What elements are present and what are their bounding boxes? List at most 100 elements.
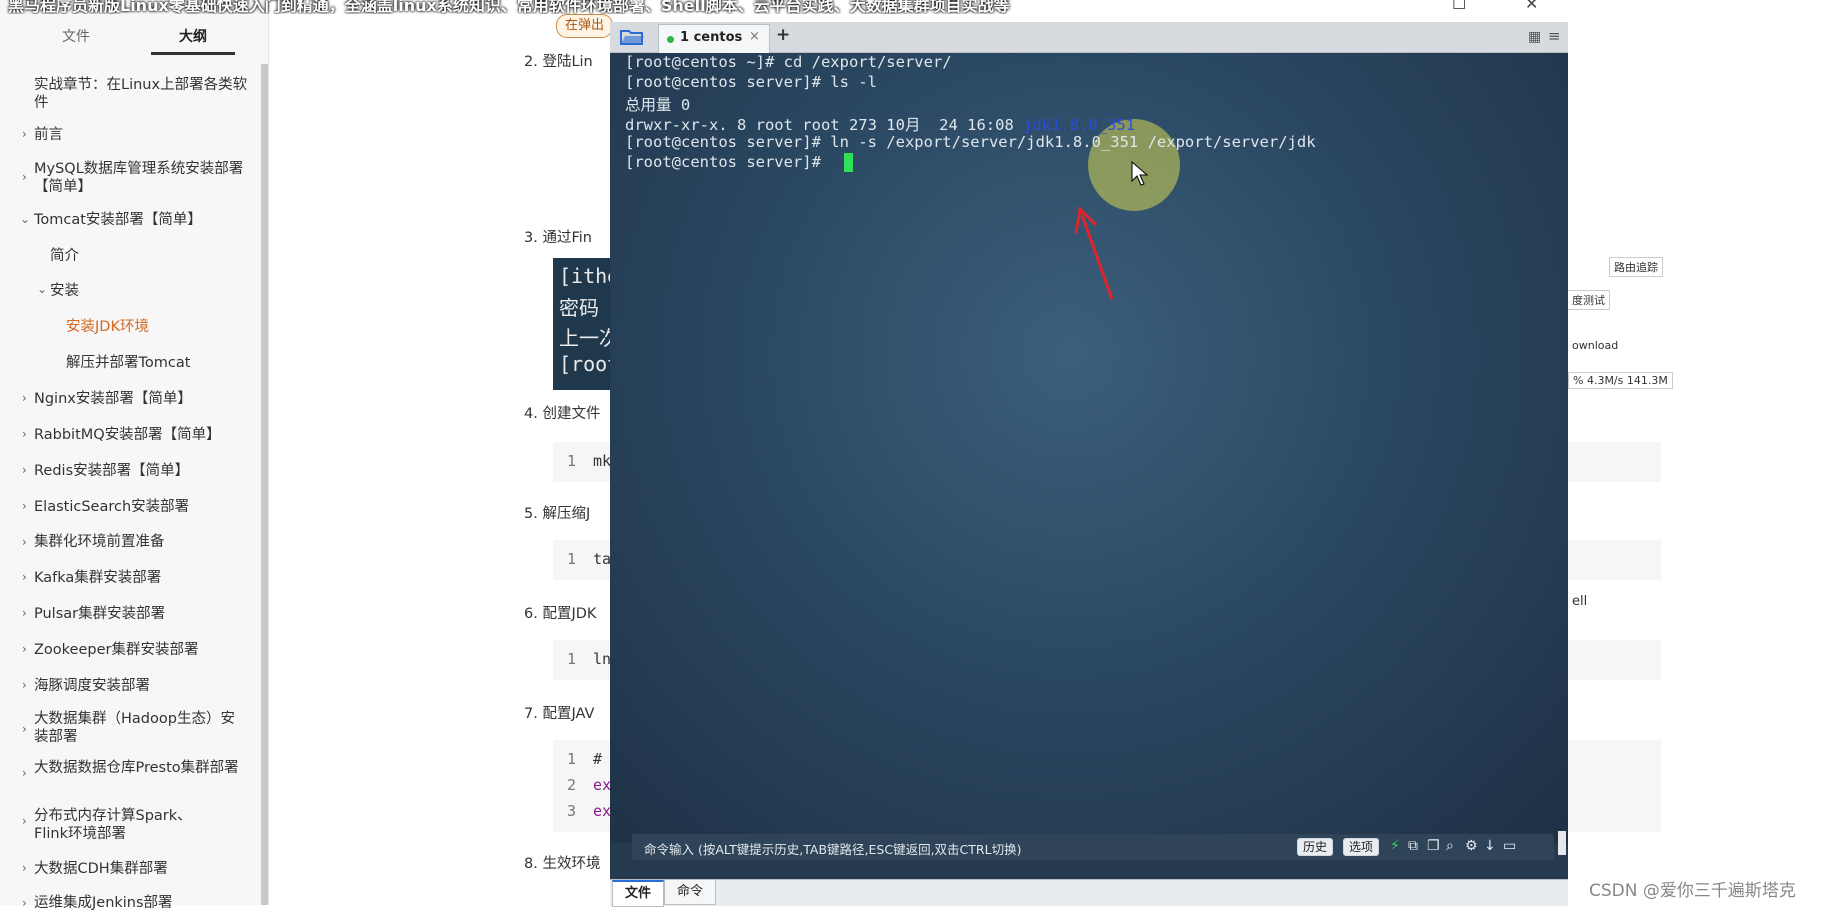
grid-icon[interactable]: ▦ — [1528, 29, 1541, 45]
outline-item[interactable]: 解压并部署Tomcat — [66, 354, 190, 372]
outline-item[interactable]: 前言 — [34, 126, 63, 144]
video-title-bar: 黑马程序员新版Linux零基础快速入门到精通，全涵盖linux系统知识、常用软件… — [0, 0, 1834, 14]
outline-item[interactable]: 运维集成Jenkins部署 — [34, 894, 173, 912]
tab-file[interactable]: 文件 — [62, 26, 90, 46]
terminal-tab-label: 1 centos — [680, 30, 743, 45]
outline-item[interactable]: 大数据集群（Hadoop生态）安装部署 — [34, 710, 244, 746]
outline-item[interactable]: 集群化环境前置准备 — [34, 533, 165, 551]
add-tab-icon[interactable]: + — [776, 25, 790, 45]
route-trace-button[interactable]: 路由追踪 — [1609, 257, 1663, 277]
options-button[interactable]: 选项 — [1343, 838, 1380, 856]
outline-item[interactable]: 分布式内存计算Spark、Flink环境部署 — [34, 807, 224, 843]
chevron-right-icon[interactable]: › — [22, 678, 27, 692]
chevron-down-icon[interactable]: ⌄ — [37, 282, 47, 296]
outline-item[interactable]: MySQL数据库管理系统安装部署【简单】 — [34, 160, 254, 196]
tip-badge: 在弹出 — [556, 14, 614, 38]
outline-item[interactable]: 大数据数据仓库Presto集群部署 — [34, 759, 244, 777]
step-3: 3. 通过Fin — [524, 230, 592, 246]
close-window-icon[interactable]: ✕ — [1525, 0, 1538, 13]
outline-item[interactable]: ElasticSearch安装部署 — [34, 498, 189, 516]
window-icon[interactable]: ▭ — [1503, 838, 1516, 854]
chevron-right-icon[interactable]: › — [22, 606, 27, 620]
line-number: 1 — [567, 650, 577, 668]
sidebar-tabs: 文件 大纲 — [0, 22, 262, 56]
maximize-icon[interactable]: ☐ — [1452, 0, 1466, 13]
close-icon[interactable]: × — [749, 29, 760, 44]
outline-sidebar: 文件 大纲 实战章节：在Linux上部署各类软件 › 前言 › MySQL数据库… — [0, 0, 269, 911]
terminal-line: 总用量 0 — [625, 96, 691, 114]
code-text: ex — [593, 776, 612, 794]
code-text: mk — [593, 452, 612, 470]
dir-name: jdk1.8.0_351 — [1023, 116, 1136, 134]
chevron-right-icon[interactable]: › — [22, 722, 27, 736]
line-number: 3 — [567, 802, 577, 820]
speed-readout: % 4.3M/s 141.3M — [1568, 372, 1673, 389]
terminal-tabbar: 1 centos × + ▦ ≡ — [610, 22, 1568, 53]
chevron-right-icon[interactable]: › — [22, 642, 27, 656]
chevron-right-icon[interactable]: › — [22, 127, 27, 141]
chevron-right-icon[interactable]: › — [22, 896, 27, 910]
tab-files[interactable]: 文件 — [612, 880, 664, 907]
command-input-hint: 命令输入 (按ALT键提示历史,TAB键路径,ESC键返回,双击CTRL切换) — [644, 842, 1022, 857]
lightning-icon[interactable]: ⚡ — [1390, 838, 1400, 854]
chevron-down-icon[interactable]: ⌄ — [20, 212, 30, 226]
chevron-right-icon[interactable]: › — [22, 570, 27, 584]
step-2: 2. 登陆Lin — [524, 54, 593, 70]
outline-item[interactable]: Zookeeper集群安装部署 — [34, 641, 198, 659]
terminal-scrollbar[interactable] — [1558, 831, 1566, 855]
chevron-right-icon[interactable]: › — [22, 391, 27, 405]
tab-outline[interactable]: 大纲 — [179, 26, 207, 46]
bottom-tabs: 文件 命令 — [610, 879, 1568, 907]
terminal-line: [root@centos server]# — [625, 153, 831, 171]
chevron-right-icon[interactable]: › — [22, 463, 27, 477]
outline-item[interactable]: Tomcat安装部署【简单】 — [34, 211, 202, 229]
outline-item[interactable]: 简介 — [50, 247, 79, 265]
chevron-right-icon[interactable]: › — [22, 427, 27, 441]
outline-item[interactable]: Kafka集群安装部署 — [34, 569, 161, 587]
copy-icon[interactable]: ⧉ — [1408, 838, 1418, 854]
ls-output: drwxr-xr-x. 8 root root 273 10月 24 16:08 — [625, 116, 1024, 134]
history-button[interactable]: 历史 — [1297, 838, 1334, 856]
dark-line: 密码 — [559, 296, 599, 320]
chevron-right-icon[interactable]: › — [22, 814, 27, 828]
paste-icon[interactable]: ❐ — [1427, 838, 1440, 854]
outline-item-active[interactable]: 安装JDK环境 — [66, 318, 149, 336]
outline-item[interactable]: 实战章节：在Linux上部署各类软件 — [34, 76, 254, 112]
terminal-tab[interactable]: 1 centos × — [658, 24, 770, 53]
chevron-right-icon[interactable]: › — [22, 535, 27, 549]
terminal-screen[interactable]: [root@centos ~]# cd /export/server/ [roo… — [610, 53, 1568, 855]
mouse-pointer-icon — [1131, 161, 1149, 186]
chevron-right-icon[interactable]: › — [22, 170, 27, 184]
outline-item[interactable]: Pulsar集群安装部署 — [34, 605, 165, 623]
step-4: 4. 创建文件 — [524, 406, 601, 422]
terminal-line: [root@centos server]# ln -s /export/serv… — [625, 133, 1316, 151]
outline-item[interactable]: 海豚调度安装部署 — [34, 677, 150, 695]
search-icon[interactable]: ⌕ — [1446, 838, 1454, 854]
tab-commands[interactable]: 命令 — [664, 880, 716, 905]
dark-line: [root — [559, 352, 615, 376]
command-input-bar[interactable]: 命令输入 (按ALT键提示历史,TAB键路径,ESC键返回,双击CTRL切换) … — [632, 834, 1554, 860]
video-title: 黑马程序员新版Linux零基础快速入门到精通，全涵盖linux系统知识、常用软件… — [8, 0, 1010, 14]
chevron-right-icon[interactable]: › — [22, 861, 27, 875]
shell-label: ell — [1568, 593, 1592, 610]
download-field[interactable]: ownload — [1568, 338, 1623, 353]
chevron-right-icon[interactable]: › — [22, 766, 27, 780]
folder-icon[interactable] — [618, 26, 646, 48]
outline-item[interactable]: RabbitMQ安装部署【简单】 — [34, 426, 221, 444]
doc-terminal-image: [ithe 密码 上一次 [root — [553, 258, 615, 390]
menu-icon[interactable]: ≡ — [1548, 27, 1561, 45]
speed-test-button[interactable]: 度测试 — [1568, 290, 1610, 310]
terminal-window[interactable]: 1 centos × + ▦ ≡ [root@centos ~]# cd /ex… — [610, 22, 1568, 907]
chevron-right-icon[interactable]: › — [22, 499, 27, 513]
sidebar-scrollbar[interactable] — [261, 64, 268, 905]
terminal-cursor — [844, 153, 853, 172]
outline-item[interactable]: 大数据CDH集群部署 — [34, 860, 168, 878]
download-icon[interactable]: ↓ — [1484, 838, 1496, 854]
outline-item[interactable]: 安装 — [50, 282, 79, 300]
status-dot-icon — [667, 36, 674, 43]
gear-icon[interactable]: ⚙ — [1465, 838, 1478, 854]
outline-item[interactable]: Nginx安装部署【简单】 — [34, 390, 192, 408]
line-number: 1 — [567, 452, 577, 470]
outline-item[interactable]: Redis安装部署【简单】 — [34, 462, 189, 480]
terminal-line: [root@centos ~]# cd /export/server/ — [625, 53, 952, 71]
